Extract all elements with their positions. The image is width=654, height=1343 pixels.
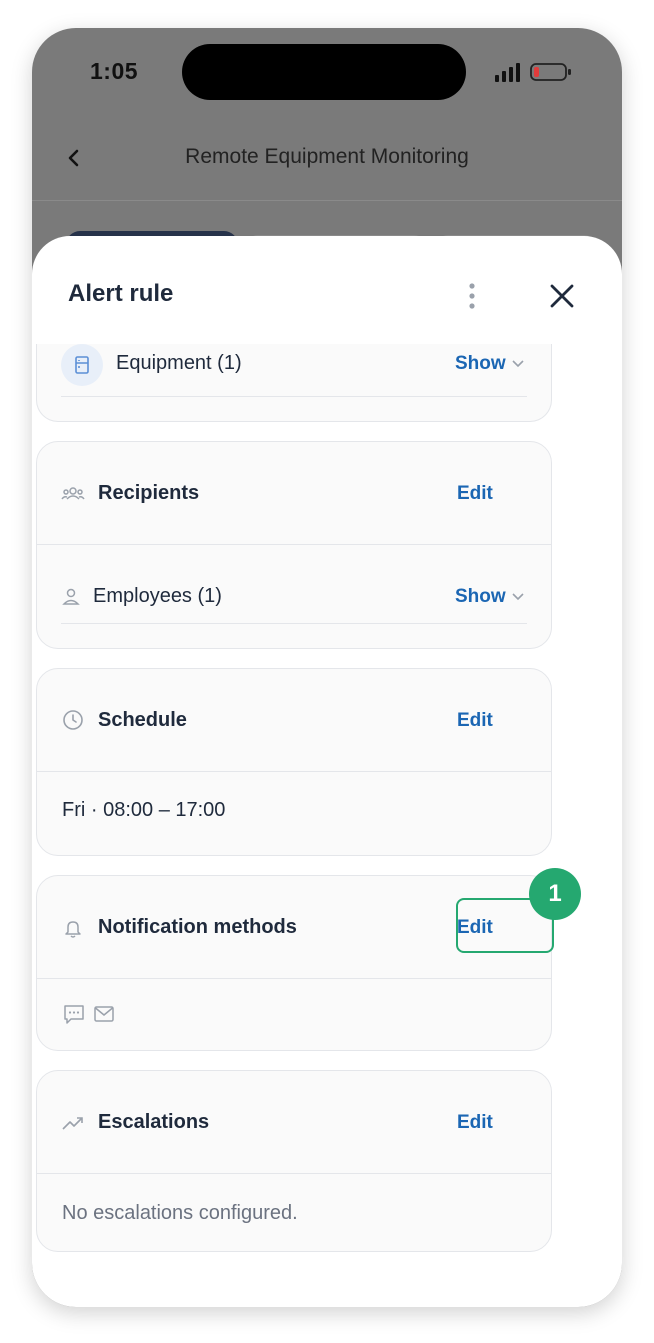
- email-icon: [94, 1006, 114, 1022]
- equipment-show-label: Show: [455, 353, 506, 374]
- bell-icon: [65, 921, 81, 938]
- divider: [37, 978, 551, 979]
- chevron-down-icon: [512, 593, 524, 601]
- divider: [37, 1173, 551, 1174]
- employees-show-label: Show: [455, 586, 506, 607]
- schedule-title: Schedule: [98, 709, 187, 731]
- equipment-card: Equipment (1) Show: [36, 344, 552, 422]
- recipients-edit-button[interactable]: Edit: [457, 483, 493, 505]
- step-badge: 1: [529, 868, 581, 920]
- divider: [61, 623, 527, 624]
- recipients-title: Recipients: [98, 482, 200, 504]
- escalations-empty-text: No escalations configured.: [62, 1202, 298, 1224]
- employees-label: Employees (1): [93, 585, 222, 607]
- sms-icon: [64, 1005, 84, 1024]
- battery-icon: [530, 63, 571, 81]
- app-bar-title: Remote Equipment Monitoring: [185, 145, 469, 168]
- escalations-title: Escalations: [98, 1111, 210, 1133]
- person-icon: [62, 588, 80, 605]
- status-time: 1:05: [90, 58, 139, 84]
- divider: [37, 771, 551, 772]
- dynamic-island: [182, 44, 466, 100]
- divider: [61, 396, 527, 397]
- group-icon: [61, 487, 85, 500]
- trending-up-icon: [62, 1117, 83, 1130]
- app-bar: Remote Equipment Monitoring: [32, 124, 622, 201]
- more-vertical-icon[interactable]: [462, 282, 482, 310]
- close-icon[interactable]: [548, 282, 576, 310]
- employees-show-button[interactable]: Show: [455, 586, 524, 608]
- equipment-show-button[interactable]: Show: [455, 353, 524, 375]
- escalations-card: Escalations Edit No escalations configur…: [36, 1070, 552, 1252]
- divider: [37, 544, 551, 545]
- equipment-icon: [75, 356, 89, 374]
- schedule-value: Fri · 08:00 – 17:00: [62, 799, 226, 821]
- recipients-card: Recipients Edit Employees (1) Show: [36, 441, 552, 649]
- chevron-down-icon: [512, 360, 524, 368]
- clock-icon: [63, 710, 83, 730]
- equipment-label: Equipment (1): [116, 352, 242, 374]
- schedule-edit-button[interactable]: Edit: [457, 710, 493, 732]
- notification-methods-title: Notification methods: [98, 916, 297, 938]
- sheet-title: Alert rule: [68, 280, 174, 307]
- schedule-card: Schedule Edit Fri · 08:00 – 17:00: [36, 668, 552, 856]
- status-bar: 1:05: [32, 28, 622, 118]
- escalations-edit-button[interactable]: Edit: [457, 1112, 493, 1134]
- signal-icon: [495, 63, 520, 82]
